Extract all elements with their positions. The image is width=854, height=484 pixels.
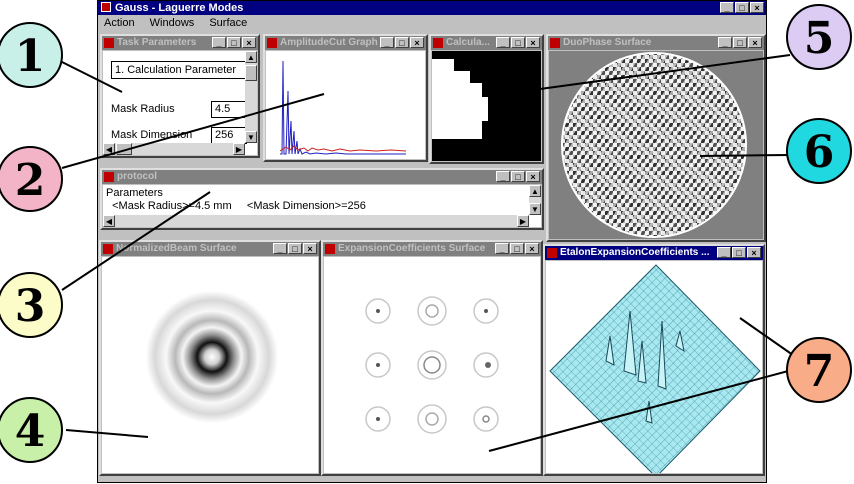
callout-line-2 [61,93,325,169]
callout-line-1 [61,61,123,93]
callout-4: 4 [0,397,63,463]
callout-line-4 [65,429,149,438]
callout-lines [61,54,801,452]
callout-5: 5 [786,4,852,70]
callout-1: 1 [0,22,63,88]
callout-2: 2 [0,146,63,212]
callout-line-7a [488,369,793,452]
callout-line-6 [699,154,791,157]
callout-6: 6 [786,118,852,184]
callout-line-3 [61,191,211,291]
callout-3: 3 [0,272,63,338]
callout-7: 7 [786,337,852,403]
callout-line-5 [539,54,791,90]
